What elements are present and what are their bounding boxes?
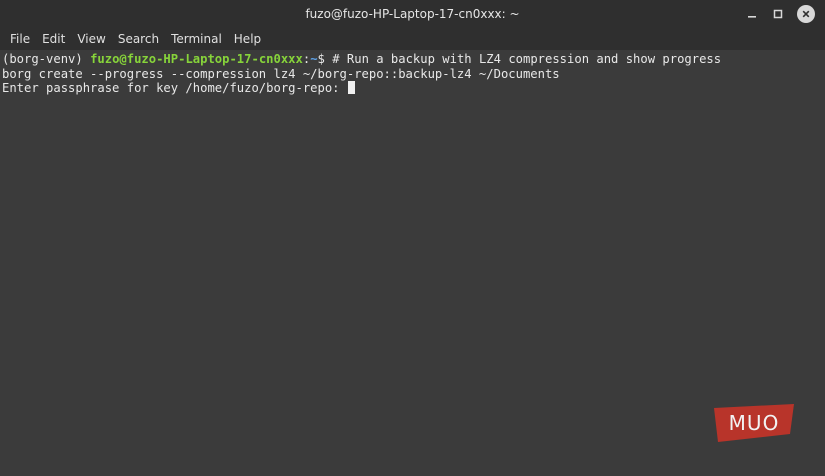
menu-edit[interactable]: Edit: [36, 30, 71, 48]
menu-view[interactable]: View: [71, 30, 111, 48]
prompt-path: ~: [310, 52, 318, 66]
prompt-user-host: fuzo@fuzo-HP-Laptop-17-cn0xxx: [90, 52, 303, 66]
venv-label: (borg-venv): [2, 52, 91, 66]
menu-search[interactable]: Search: [112, 30, 165, 48]
passphrase-prompt: Enter passphrase for key /home/fuzo/borg…: [2, 81, 347, 96]
close-icon: [802, 10, 810, 18]
muo-watermark-logo: MUO: [714, 404, 794, 442]
window-controls: [745, 5, 815, 23]
text-cursor[interactable]: [347, 81, 355, 95]
minimize-icon: [748, 16, 756, 18]
terminal-line-passphrase: Enter passphrase for key /home/fuzo/borg…: [2, 81, 825, 96]
maximize-icon: [773, 9, 783, 19]
terminal-line-prompt: (borg-venv) fuzo@fuzo-HP-Laptop-17-cn0xx…: [2, 52, 825, 67]
menu-help[interactable]: Help: [228, 30, 267, 48]
prompt-command: $ # Run a backup with LZ4 compression an…: [317, 52, 722, 66]
menu-terminal[interactable]: Terminal: [165, 30, 228, 48]
minimize-button[interactable]: [745, 7, 759, 21]
menu-file[interactable]: File: [4, 30, 36, 48]
menu-bar: File Edit View Search Terminal Help: [0, 28, 825, 50]
title-bar[interactable]: fuzo@fuzo-HP-Laptop-17-cn0xxx: ~: [0, 0, 825, 28]
terminal-output[interactable]: (borg-venv) fuzo@fuzo-HP-Laptop-17-cn0xx…: [0, 51, 825, 476]
terminal-line-command: borg create --progress --compression lz4…: [2, 66, 560, 81]
window-title: fuzo@fuzo-HP-Laptop-17-cn0xxx: ~: [305, 7, 520, 21]
maximize-button[interactable]: [771, 7, 785, 21]
terminal-window: fuzo@fuzo-HP-Laptop-17-cn0xxx: ~ File Ed…: [0, 0, 825, 476]
svg-text:MUO: MUO: [729, 411, 780, 435]
close-button[interactable]: [797, 5, 815, 23]
